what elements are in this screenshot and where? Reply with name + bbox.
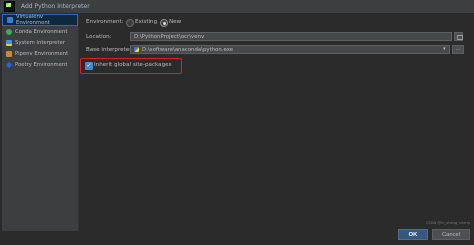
system-interpreter-icon (6, 39, 12, 46)
sidebar-item-conda[interactable]: Conda Environment (2, 26, 78, 37)
window-title: Add Python Interpreter (21, 3, 90, 10)
existing-radio[interactable] (126, 19, 134, 27)
location-field[interactable]: D:\PythonProject\ocr\venv (130, 32, 452, 41)
title-bar: Add Python Interpreter (0, 0, 474, 14)
sidebar-item-label: Conda Environment (15, 28, 68, 35)
folder-icon (457, 35, 463, 40)
environment-label: Environment: (86, 19, 124, 25)
sidebar-item-poetry[interactable]: Poetry Environment (2, 59, 78, 70)
virtualenv-icon (7, 17, 13, 23)
existing-label: Existing (135, 19, 158, 25)
poetry-icon (5, 61, 13, 68)
location-value: D:\PythonProject\ocr\venv (134, 33, 205, 40)
base-interpreter-label: Base interpreter: (86, 47, 134, 53)
sidebar-item-virtualenv[interactable]: Virtualenv Environment (2, 14, 78, 26)
interpreter-type-list: Virtualenv Environment Conda Environment… (2, 14, 79, 232)
sidebar-item-label: Virtualenv Environment (16, 14, 50, 26)
pycharm-logo-icon (4, 1, 15, 12)
base-interpreter-value: D:\software\anaconda\python.exe (142, 46, 234, 53)
python-icon (134, 47, 139, 52)
sidebar-item-label: System Interpreter (15, 39, 66, 46)
browse-folder-button[interactable] (454, 32, 463, 41)
location-label: Location: (86, 34, 112, 40)
sidebar-item-system-interpreter[interactable]: System Interpreter (2, 37, 78, 48)
new-radio[interactable] (160, 19, 168, 27)
cancel-button[interactable]: Cancel (432, 229, 470, 240)
pipenv-icon (6, 50, 12, 57)
ok-button[interactable]: OK (398, 229, 428, 240)
sidebar-item-label: Pipenv Environment (15, 50, 69, 57)
browse-interpreter-button[interactable]: ... (452, 45, 464, 54)
new-label: New (169, 19, 182, 25)
annotation-highlight-box (80, 58, 182, 74)
chevron-down-icon[interactable]: ▾ (443, 45, 446, 54)
conda-icon (6, 28, 12, 35)
watermark: CSDN @fu_sheng_sheng (426, 221, 470, 225)
sidebar-item-pipenv[interactable]: Pipenv Environment (2, 48, 78, 59)
sidebar-item-label: Poetry Environment (15, 61, 68, 68)
base-interpreter-select[interactable]: D:\software\anaconda\python.exe (130, 45, 450, 54)
